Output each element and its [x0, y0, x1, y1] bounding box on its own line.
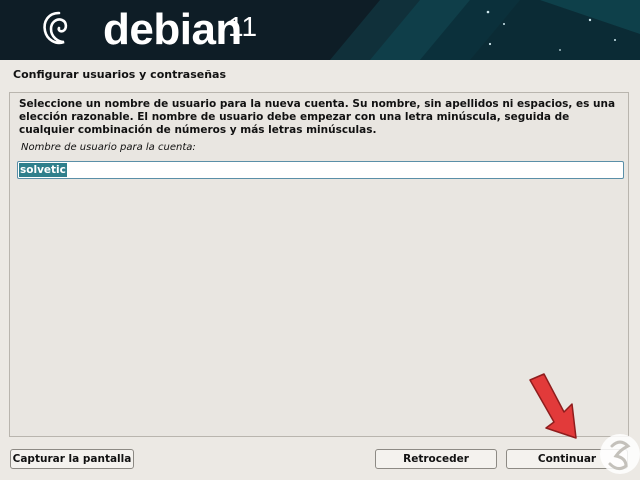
installer-banner: debian 11 [0, 0, 640, 60]
debian-swirl-icon [43, 11, 68, 45]
back-button[interactable]: Retroceder [375, 449, 497, 469]
instructions-text: Seleccione un nombre de usuario para la … [19, 98, 616, 136]
username-input-value[interactable]: solvetic [19, 163, 67, 177]
capture-screen-button[interactable]: Capturar la pantalla [10, 449, 134, 469]
red-arrow-icon [529, 373, 577, 439]
page-title: Configurar usuarios y contraseñas [13, 68, 227, 81]
banner-background [330, 0, 640, 60]
version-number: 11 [228, 11, 258, 42]
username-field-label: Nombre de usuario para la cuenta: [21, 142, 196, 153]
username-input[interactable]: solvetic [17, 161, 624, 179]
brand-name: debian [103, 5, 242, 54]
solvetic-logo-icon [600, 434, 640, 474]
